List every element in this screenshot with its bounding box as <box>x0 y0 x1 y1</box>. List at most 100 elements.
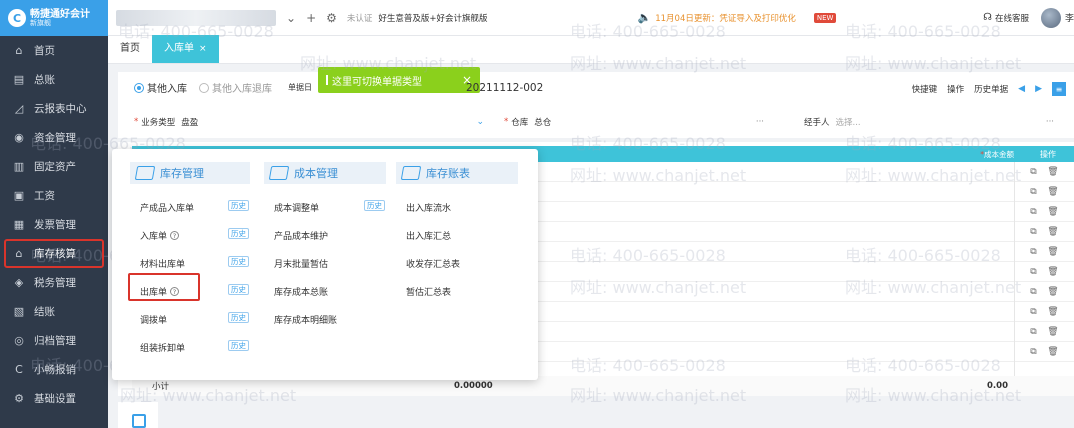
tab-stock-in-label: 入库单 <box>164 43 194 54</box>
sidebar-item-7[interactable]: ⌂ 库存核算 <box>4 239 104 268</box>
radio-dot <box>199 82 209 93</box>
copy-icon[interactable]: ⧉ <box>1030 347 1036 357</box>
delete-icon[interactable]: 🗑 <box>1047 287 1058 297</box>
menu-item[interactable]: 调拨单 <box>140 313 167 326</box>
help-icon[interactable]: ? <box>170 287 180 296</box>
radio-dot <box>134 82 144 93</box>
sidebar-item-0[interactable]: ⌂ 首页 <box>0 36 108 65</box>
menu-icon[interactable]: ≡ <box>1052 82 1066 96</box>
copy-icon[interactable]: ⧉ <box>1030 167 1036 177</box>
radio-other-in-return[interactable]: 其他入库退库 <box>199 80 272 95</box>
attachment-area[interactable] <box>118 402 158 428</box>
sidebar-item-11[interactable]: C 小畅报销 <box>0 355 108 384</box>
warehouse-field[interactable]: * 仓库 总仓 ··· <box>504 116 804 128</box>
sidebar-item-8[interactable]: ◈ 税务管理 <box>0 268 108 297</box>
company-selector[interactable] <box>116 9 276 26</box>
sidebar-item-4[interactable]: ▥ 固定资产 <box>0 152 108 181</box>
close-icon[interactable]: × <box>199 35 207 63</box>
sidebar-item-5[interactable]: ▣ 工资 <box>0 181 108 210</box>
new-badge[interactable]: NEW <box>813 12 837 23</box>
history-button[interactable]: 历史 <box>228 284 249 295</box>
menu-item[interactable]: 暂估汇总表 <box>406 285 451 298</box>
menu-item[interactable]: 入库单? <box>140 229 180 242</box>
prev-arrow-icon[interactable]: ◀ <box>1018 84 1025 94</box>
menu-item[interactable]: 出入库流水 <box>406 201 451 214</box>
menu-item[interactable]: 产成品入库单 <box>140 201 194 214</box>
delete-icon[interactable]: 🗑 <box>1047 227 1058 237</box>
menu-item[interactable]: 产品成本维护 <box>274 229 328 242</box>
history-button[interactable]: 历史 <box>228 200 249 211</box>
menu-item-label: 暂估汇总表 <box>406 288 452 298</box>
sidebar-item-3[interactable]: ◉ 资金管理 <box>0 123 108 152</box>
sidebar-item-9[interactable]: ▧ 结账 <box>0 297 108 326</box>
sidebar-item-12[interactable]: ⚙ 基础设置 <box>0 384 108 413</box>
speaker-icon: 🔈 <box>637 11 652 24</box>
delete-icon[interactable]: 🗑 <box>1047 167 1058 177</box>
menu-item[interactable]: 库存成本明细账 <box>274 313 337 326</box>
avatar[interactable] <box>1040 7 1061 28</box>
handler-field[interactable]: 经手人 选择... ··· <box>804 116 1054 128</box>
online-service-link[interactable]: ☊ 在线客服 <box>983 12 1029 24</box>
copy-icon[interactable]: ⧉ <box>1030 227 1036 237</box>
delete-icon[interactable]: 🗑 <box>1047 307 1058 317</box>
top-bar: ⌄ + ⚙ 未认证 好生意普及版+好会计旗舰版 🔈 11月04日更新：凭证导入及… <box>108 0 1074 36</box>
auth-status[interactable]: 未认证 <box>347 12 373 24</box>
chevron-down-icon[interactable]: ⌄ <box>286 11 296 25</box>
menu-item[interactable]: 材料出库单 <box>140 257 185 270</box>
menu-item[interactable]: 成本调整单 <box>274 201 319 214</box>
delete-icon[interactable]: 🗑 <box>1047 267 1058 277</box>
history-button[interactable]: 历史 <box>228 340 249 351</box>
handler-label: 经手人 <box>804 118 830 128</box>
shortcut-button[interactable]: 快捷键 <box>912 83 938 95</box>
sidebar-item-label: 发票管理 <box>34 219 76 231</box>
history-docs-button[interactable]: 历史单据 <box>974 83 1008 95</box>
menu-item[interactable]: 出入库汇总 <box>406 229 451 242</box>
copy-icon[interactable]: ⧉ <box>1030 207 1036 217</box>
copy-icon[interactable]: ⧉ <box>1030 187 1036 197</box>
delete-icon[interactable]: 🗑 <box>1047 247 1058 257</box>
history-button[interactable]: 历史 <box>228 256 249 267</box>
help-icon[interactable]: ? <box>170 231 180 240</box>
menu-item[interactable]: 库存成本总账 <box>274 285 328 298</box>
delete-icon[interactable]: 🗑 <box>1047 347 1058 357</box>
section-icon <box>400 166 422 180</box>
copy-icon[interactable]: ⧉ <box>1030 267 1036 277</box>
more-icon[interactable]: ··· <box>756 117 764 127</box>
gear-icon[interactable]: ⚙ <box>326 11 337 25</box>
copy-icon[interactable]: ⧉ <box>1030 327 1036 337</box>
history-button[interactable]: 历史 <box>228 228 249 239</box>
operate-button[interactable]: 操作 <box>947 83 964 95</box>
add-icon[interactable]: + <box>306 11 316 25</box>
history-button[interactable]: 历史 <box>228 312 249 323</box>
menu-item[interactable]: 月末批量暂估 <box>274 257 328 270</box>
menu-item[interactable]: 出库单? <box>140 285 180 298</box>
chevron-down-icon[interactable]: ⌄ <box>476 117 484 127</box>
sidebar-item-6[interactable]: ▦ 发票管理 <box>0 210 108 239</box>
chart-icon: ◿ <box>14 102 24 115</box>
column-header-cost[interactable]: *成本金额 <box>980 149 1014 160</box>
menu-item[interactable]: 组装拆卸单 <box>140 341 185 354</box>
copy-icon[interactable]: ⧉ <box>1030 287 1036 297</box>
delete-icon[interactable]: 🗑 <box>1047 207 1058 217</box>
copy-icon[interactable]: ⧉ <box>1030 247 1036 257</box>
warehouse-label: 仓库 <box>511 118 529 128</box>
delete-icon[interactable]: 🗑 <box>1047 327 1058 337</box>
app-logo[interactable]: C 畅捷通好会计 新旗舰 <box>0 0 108 36</box>
sidebar-item-1[interactable]: ▤ 总账 <box>0 65 108 94</box>
menu-item[interactable]: 收发存汇总表 <box>406 257 460 270</box>
app-edition: 新旗舰 <box>30 18 51 27</box>
history-button[interactable]: 历史 <box>364 200 385 211</box>
menu-item-label: 收发存汇总表 <box>406 260 461 270</box>
sidebar-item-10[interactable]: ◎ 归档管理 <box>0 326 108 355</box>
user-name[interactable]: 李 <box>1065 11 1074 24</box>
tab-home[interactable]: 首页 <box>108 35 152 63</box>
copy-icon[interactable]: ⧉ <box>1030 307 1036 317</box>
biz-type-field[interactable]: * 业务类型 盘盈 ⌄ <box>134 116 504 128</box>
tab-stock-in[interactable]: 入库单 × <box>152 35 219 63</box>
next-arrow-icon[interactable]: ▶ <box>1035 84 1042 94</box>
sidebar-item-2[interactable]: ◿ 云报表中心 <box>0 94 108 123</box>
update-notice[interactable]: 🔈 11月04日更新：凭证导入及打印优化 <box>638 11 796 24</box>
radio-other-in[interactable]: 其他入库 <box>134 80 187 95</box>
delete-icon[interactable]: 🗑 <box>1047 187 1058 197</box>
more-icon[interactable]: ··· <box>1046 117 1054 127</box>
